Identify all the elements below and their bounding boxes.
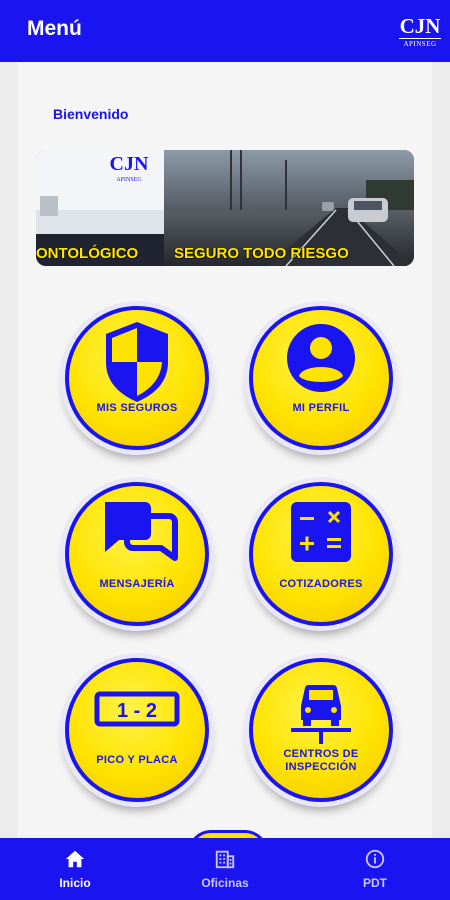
building-icon <box>215 850 235 869</box>
mensajeria-button[interactable]: MENSAJERÍA <box>65 482 209 626</box>
car-lift-icon <box>291 684 351 744</box>
tab-inicio-label: Inicio <box>59 876 91 890</box>
cotizadores-button[interactable]: COTIZADORES <box>249 482 393 626</box>
tab-inicio[interactable]: Inicio <box>0 838 150 900</box>
centros-inspeccion-label-2: INSPECCIÓN <box>285 761 357 773</box>
svg-text:1 - 2: 1 - 2 <box>117 700 157 722</box>
pico-y-placa-button[interactable]: 1 - 2 PICO Y PLACA <box>65 658 209 802</box>
mis-seguros-button[interactable]: MIS SEGUROS <box>65 306 209 450</box>
promo-banner[interactable]: CJN APINSEG ONTOLÓGICO SEGURO TODO RIESG… <box>36 150 414 266</box>
cjn-logo: CJN APINSEG <box>399 14 441 48</box>
banner-logo-mark: CJN <box>110 153 149 175</box>
banner-logo-sub: APINSEG <box>116 177 142 183</box>
mensajeria-label: MENSAJERÍA <box>99 578 175 590</box>
logo-subtitle: APINSEG <box>399 38 441 48</box>
tab-oficinas-label: Oficinas <box>201 876 249 890</box>
pico-y-placa-label: PICO Y PLACA <box>96 754 178 766</box>
mis-seguros-label: MIS SEGUROS <box>96 402 178 414</box>
calculator-icon <box>291 502 351 562</box>
app-bar: Menú CJN APINSEG <box>0 0 450 62</box>
chat-bubbles-icon <box>105 502 178 561</box>
centros-inspeccion-label-1: CENTROS DE <box>283 748 359 760</box>
page-title: Menú <box>27 17 82 40</box>
logo-mark-icon: CJN <box>400 14 441 36</box>
banner-caption-right: SEGURO TODO RIESGO <box>174 245 349 262</box>
tab-oficinas[interactable]: Oficinas <box>150 838 300 900</box>
tab-pdt-label: PDT <box>363 876 387 890</box>
user-profile-icon <box>287 324 355 392</box>
logo-mark-text: CJN <box>400 14 441 36</box>
info-icon <box>365 849 385 869</box>
banner-caption-left: ONTOLÓGICO <box>36 245 139 262</box>
license-plate-icon: 1 - 2 <box>94 691 180 727</box>
tab-pdt[interactable]: PDT <box>300 838 450 900</box>
bottom-navigation: Inicio Oficinas PDT <box>0 838 450 900</box>
shield-icon <box>106 322 168 402</box>
mi-perfil-label: MI PERFIL <box>292 402 350 414</box>
cotizadores-label: COTIZADORES <box>279 578 363 590</box>
home-icon <box>65 850 85 868</box>
mi-perfil-button[interactable]: MI PERFIL <box>249 306 393 450</box>
welcome-text: Bienvenido <box>53 106 129 122</box>
centros-inspeccion-button[interactable]: CENTROS DE INSPECCIÓN <box>249 658 393 802</box>
